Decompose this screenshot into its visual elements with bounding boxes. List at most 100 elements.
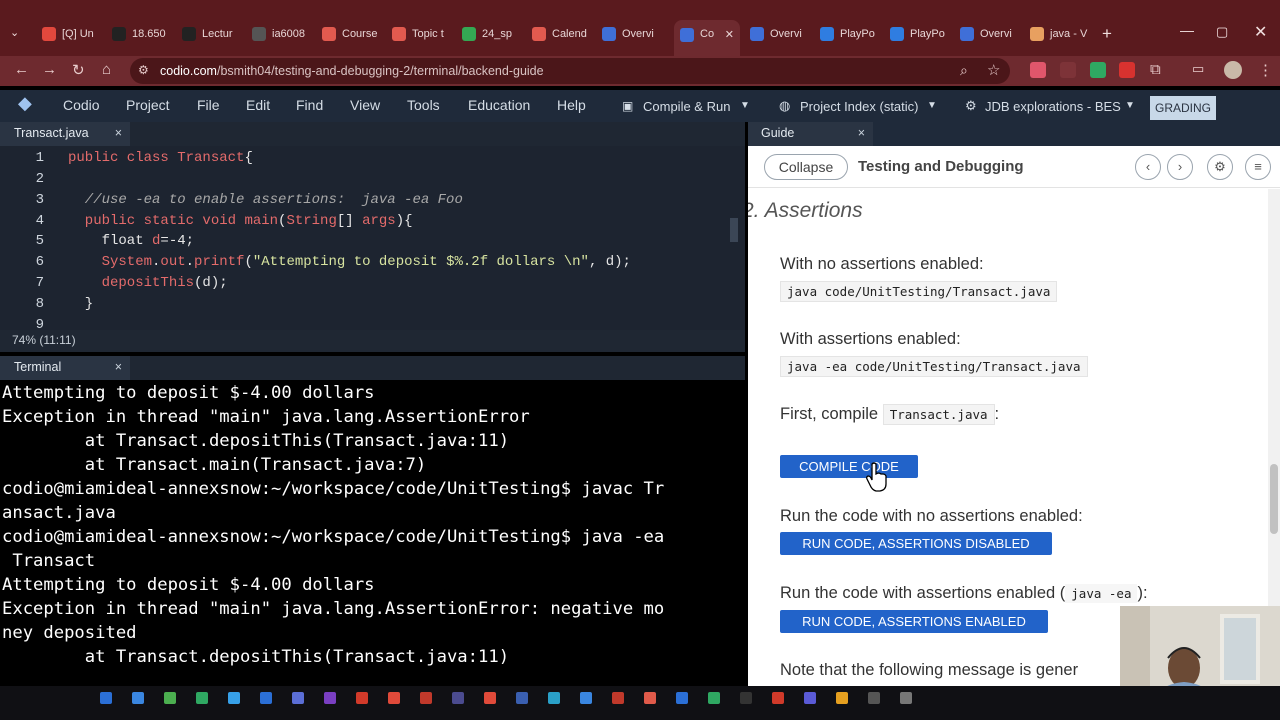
menu-find[interactable]: Find <box>296 97 323 113</box>
extension-icon[interactable] <box>1119 62 1135 78</box>
browser-tab[interactable]: Co ✕ <box>674 20 740 56</box>
taskbar-app-icon[interactable] <box>292 692 304 704</box>
taskbar-app-icon[interactable] <box>708 692 720 704</box>
chevron-down-icon[interactable]: ▼ <box>1125 100 1135 111</box>
new-tab-icon[interactable]: + <box>1102 24 1112 44</box>
taskbar-app-icon[interactable] <box>420 692 432 704</box>
next-page-icon[interactable]: › <box>1167 154 1193 180</box>
cast-icon[interactable]: ▭ <box>1192 61 1204 77</box>
profile-avatar[interactable] <box>1224 61 1242 79</box>
editor-scrollbar[interactable] <box>730 218 738 242</box>
taskbar-app-icon[interactable] <box>164 692 176 704</box>
browser-tab[interactable]: [Q] Un <box>36 22 100 46</box>
close-icon[interactable]: × <box>858 126 865 140</box>
minimize-icon[interactable]: — <box>1180 22 1194 38</box>
settings-gear-icon[interactable]: ⚙ <box>1207 154 1233 180</box>
menu-edit[interactable]: Edit <box>246 97 270 113</box>
chevron-down-icon[interactable]: ▼ <box>927 100 937 111</box>
extensions-puzzle-icon[interactable]: ⧉ <box>1150 61 1161 78</box>
terminal-tab[interactable]: Terminal × <box>0 356 130 380</box>
taskbar-app-icon[interactable] <box>196 692 208 704</box>
browser-tab[interactable]: Lectur <box>176 22 240 46</box>
taskbar-app-icon[interactable] <box>388 692 400 704</box>
taskbar-app-icon[interactable] <box>260 692 272 704</box>
grading-button[interactable]: GRADING <box>1150 96 1216 120</box>
collapse-button[interactable]: Collapse <box>764 154 848 180</box>
guide-tab[interactable]: Guide × <box>748 122 873 146</box>
site-info-icon[interactable]: ⚙ <box>138 63 149 77</box>
forward-icon[interactable]: → <box>42 61 57 78</box>
compile-run-menu[interactable]: Compile & Run <box>643 99 730 114</box>
code-area[interactable]: 1 2 3 4 5 6 7 8 9 public class Transact{… <box>0 148 745 328</box>
browser-tab[interactable]: PlayPo <box>814 22 878 46</box>
browser-tab[interactable]: Overvi <box>596 22 660 46</box>
reload-icon[interactable]: ↻ <box>72 61 85 79</box>
menu-view[interactable]: View <box>350 97 380 113</box>
taskbar-app-icon[interactable] <box>484 692 496 704</box>
menu-codio[interactable]: Codio <box>63 97 100 113</box>
run-assertions-enabled-button[interactable]: RUN CODE, ASSERTIONS ENABLED <box>780 610 1048 633</box>
home-icon[interactable]: ⌂ <box>102 61 111 78</box>
compile-code-button[interactable]: COMPILE CODE <box>780 455 918 478</box>
taskbar-app-icon[interactable] <box>900 692 912 704</box>
browser-tab[interactable]: Calend <box>526 22 590 46</box>
guide-scrollbar-thumb[interactable] <box>1270 464 1278 534</box>
browser-tab[interactable]: 18.650 <box>106 22 170 46</box>
editor-tab-transact[interactable]: Transact.java × <box>0 122 130 146</box>
terminal-pane[interactable]: Terminal × Attempting to deposit $-4.00 … <box>0 356 745 686</box>
close-icon[interactable]: × <box>115 360 122 374</box>
taskbar-app-icon[interactable] <box>868 692 880 704</box>
taskbar-app-icon[interactable] <box>516 692 528 704</box>
taskbar-app-icon[interactable] <box>452 692 464 704</box>
url-text: codio.com/bsmith04/testing-and-debugging… <box>160 64 544 78</box>
browser-tab[interactable]: Overvi <box>954 22 1018 46</box>
jdb-menu[interactable]: JDB explorations - BES <box>985 99 1121 114</box>
taskbar-app-icon[interactable] <box>356 692 368 704</box>
table-of-contents-icon[interactable]: ≡ <box>1245 154 1271 180</box>
browser-tab[interactable]: Course <box>316 22 380 46</box>
chevron-down-icon[interactable]: ▼ <box>740 100 750 111</box>
taskbar-app-icon[interactable] <box>740 692 752 704</box>
menu-file[interactable]: File <box>197 97 220 113</box>
taskbar-app-icon[interactable] <box>676 692 688 704</box>
browser-tab[interactable]: ia6008 <box>246 22 310 46</box>
back-icon[interactable]: ← <box>14 61 29 78</box>
browser-tab[interactable]: Topic t <box>386 22 450 46</box>
project-index-menu[interactable]: Project Index (static) <box>800 99 919 114</box>
taskbar-app-icon[interactable] <box>772 692 784 704</box>
close-window-icon[interactable]: ✕ <box>1254 22 1267 42</box>
extension-icon[interactable] <box>1060 62 1076 78</box>
prev-page-icon[interactable]: ‹ <box>1135 154 1161 180</box>
taskbar-app-icon[interactable] <box>548 692 560 704</box>
taskbar-app-icon[interactable] <box>100 692 112 704</box>
taskbar-app-icon[interactable] <box>836 692 848 704</box>
browser-tab[interactable]: java - V <box>1024 22 1088 46</box>
taskbar-app-icon[interactable] <box>612 692 624 704</box>
tab-search-icon[interactable]: ⌄ <box>10 26 19 39</box>
maximize-icon[interactable]: ▢ <box>1216 24 1228 40</box>
menu-help[interactable]: Help <box>557 97 586 113</box>
terminal-tab-label: Terminal <box>14 360 62 374</box>
drive-extension-icon[interactable] <box>1090 62 1106 78</box>
taskbar-app-icon[interactable] <box>228 692 240 704</box>
browser-menu-icon[interactable]: ⋮ <box>1258 61 1273 79</box>
browser-tab[interactable]: Overvi <box>744 22 808 46</box>
taskbar-app-icon[interactable] <box>804 692 816 704</box>
pocket-extension-icon[interactable] <box>1030 62 1046 78</box>
browser-tab[interactable]: PlayPo <box>884 22 948 46</box>
menu-tools[interactable]: Tools <box>407 97 440 113</box>
run-assertions-disabled-button[interactable]: RUN CODE, ASSERTIONS DISABLED <box>780 532 1052 555</box>
codio-logo-icon[interactable]: ◆ <box>18 93 32 114</box>
browser-tab[interactable]: 24_sp <box>456 22 520 46</box>
taskbar-app-icon[interactable] <box>644 692 656 704</box>
menu-project[interactable]: Project <box>126 97 170 113</box>
bookmark-star-icon[interactable]: ☆ <box>987 61 1000 79</box>
menu-education[interactable]: Education <box>468 97 530 113</box>
close-tab-icon[interactable]: ✕ <box>725 28 734 41</box>
taskbar-app-icon[interactable] <box>580 692 592 704</box>
taskbar-app-icon[interactable] <box>324 692 336 704</box>
close-icon[interactable]: × <box>115 126 122 140</box>
run-yes-prefix: Run the code with assertions enabled ( <box>780 584 1066 602</box>
taskbar-app-icon[interactable] <box>132 692 144 704</box>
zoom-icon[interactable]: ⌕ <box>960 62 968 79</box>
